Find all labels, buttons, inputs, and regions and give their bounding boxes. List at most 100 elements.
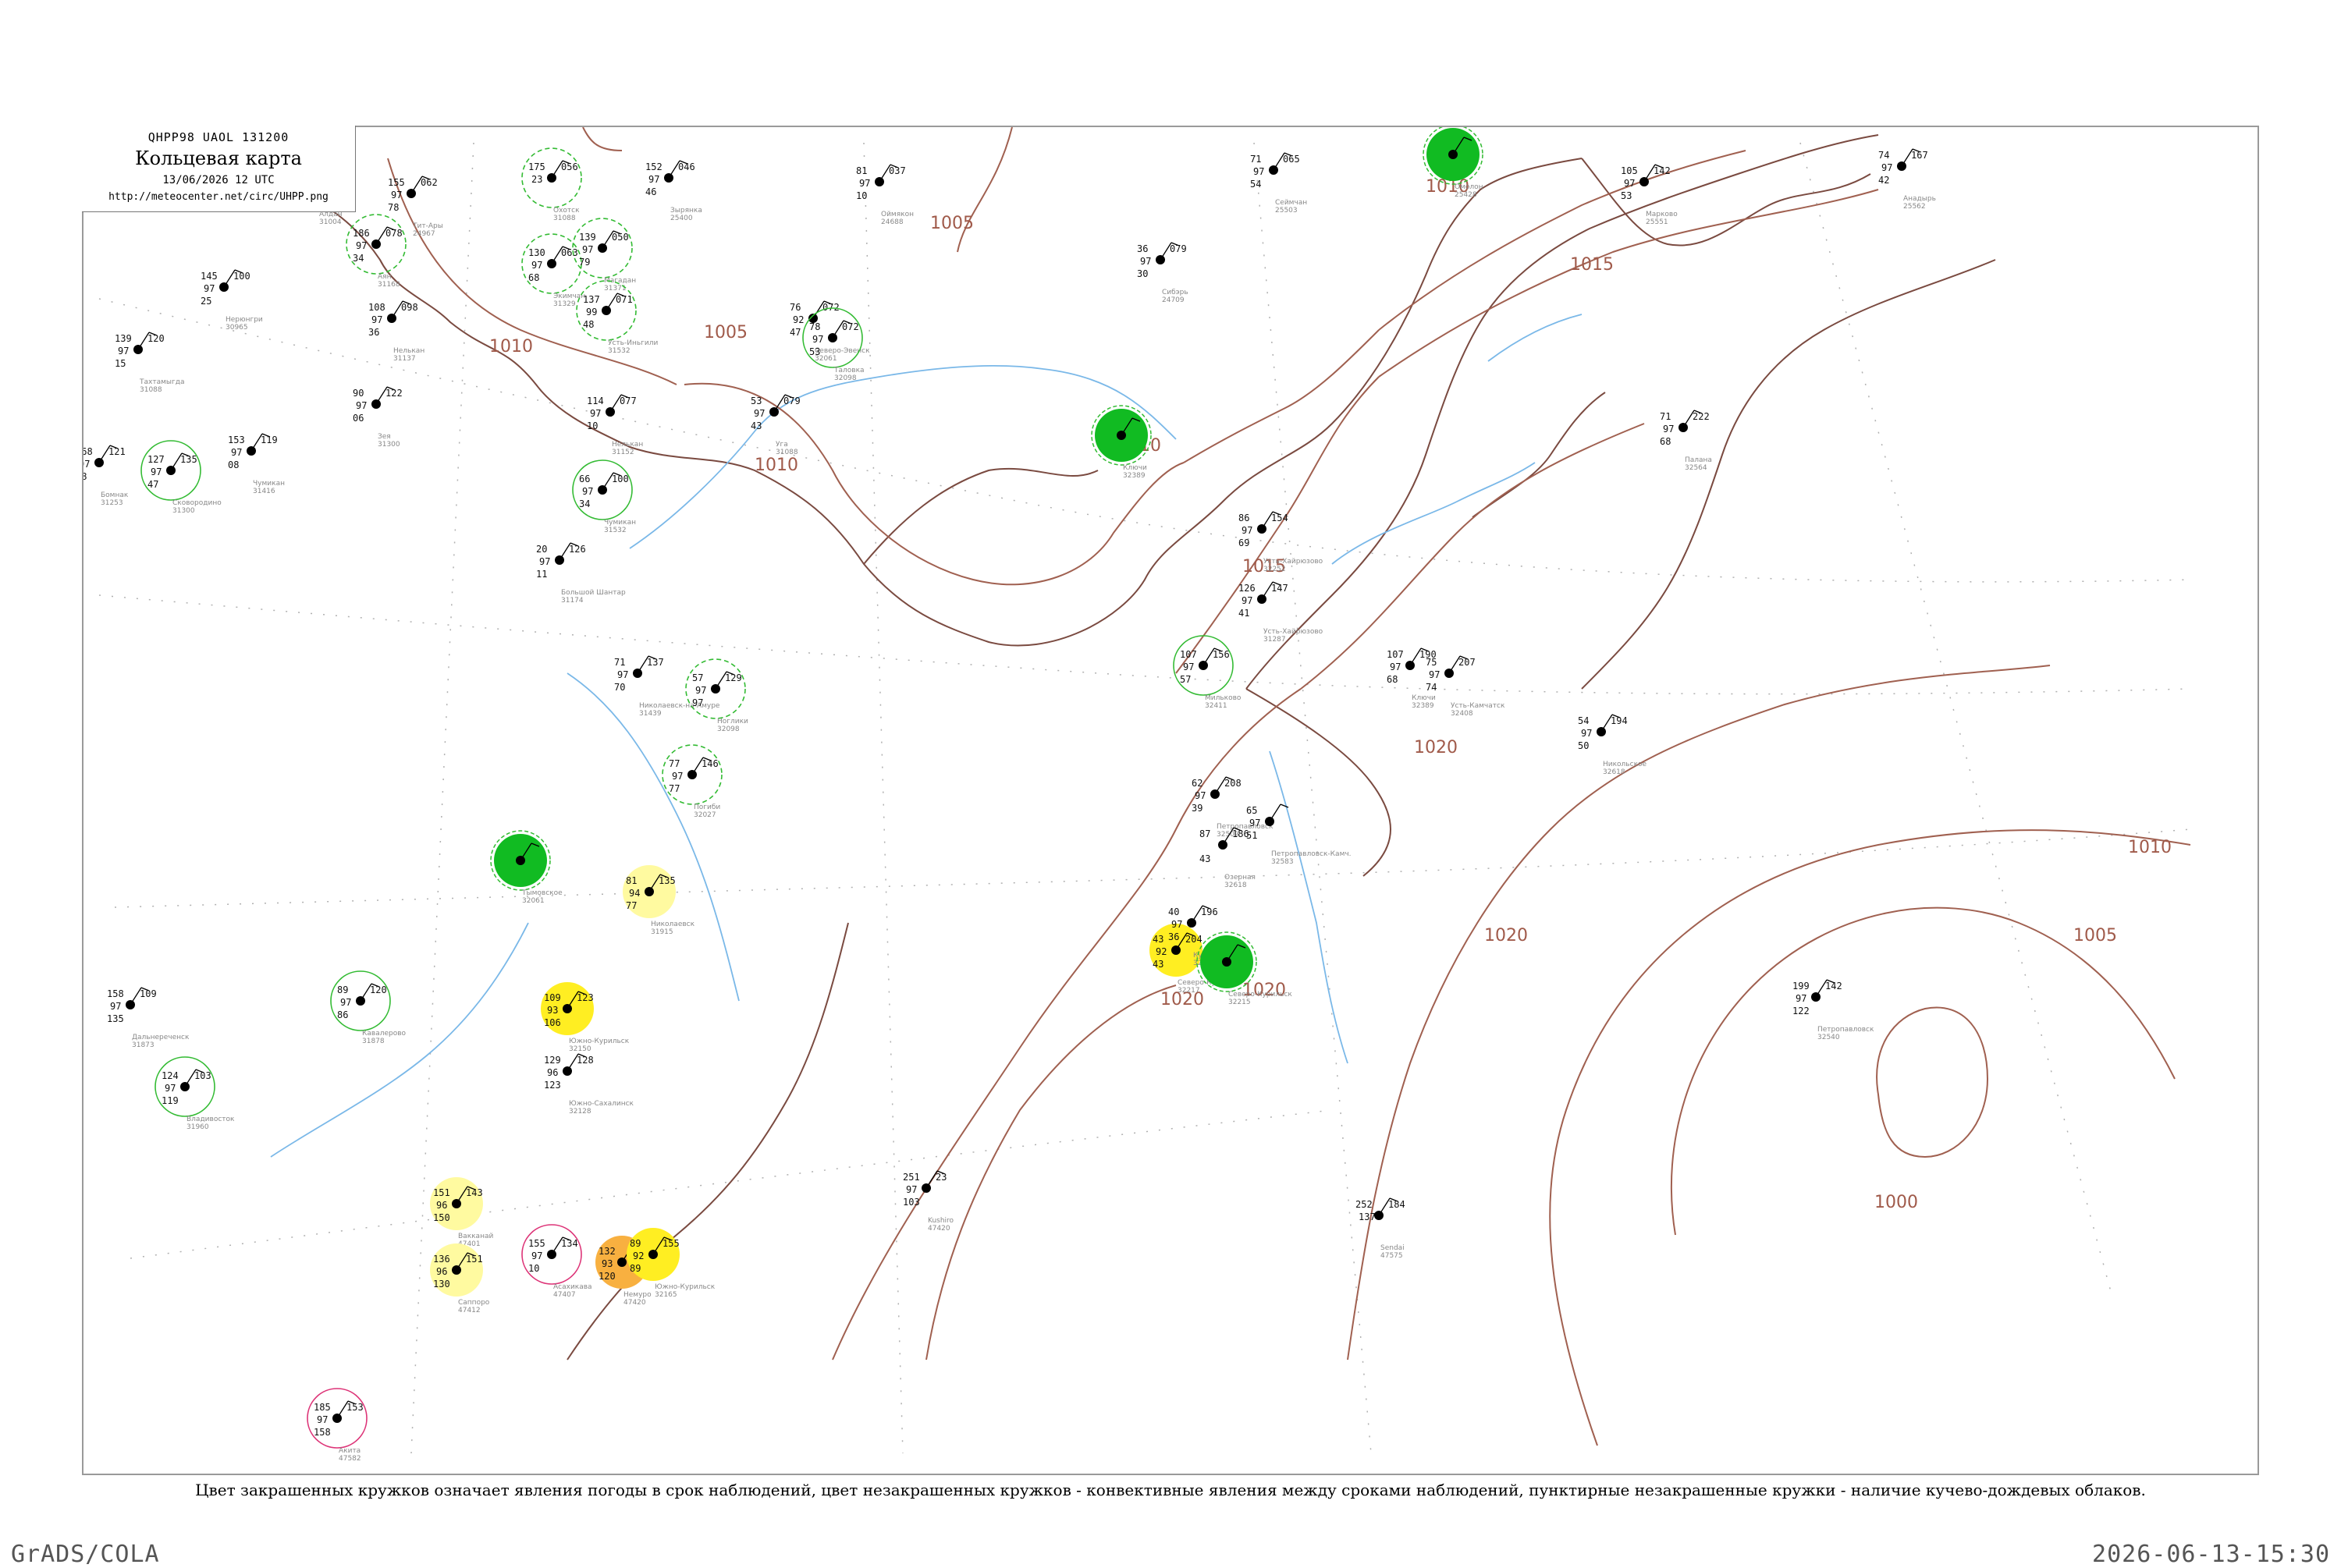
station-plot[interactable]: 145 100 97 25 Нерюнгри30965 <box>201 269 263 332</box>
station-plot[interactable]: 251 23 97 103 Kushiro47420 <box>903 1170 954 1233</box>
station-plot[interactable]: 252 184 137 Sendai47575 <box>1355 1197 1405 1260</box>
station-id: 25400 <box>670 215 693 222</box>
station-plot[interactable]: 186 078 97 34 Аян31168 <box>346 214 407 289</box>
station-plot[interactable]: 185 153 97 158 Акита47582 <box>307 1388 368 1463</box>
dewpoint-value: 97 <box>356 240 367 251</box>
station-plot[interactable]: 20 126 97 11 Большой Шантар31174 <box>536 542 626 605</box>
station-plot[interactable]: 168 121 9738 Бомнак31253 <box>83 445 129 507</box>
graticule <box>98 142 2191 1454</box>
temperature-value: 86 <box>1238 513 1249 523</box>
visibility-value: 77 <box>626 900 637 911</box>
station-plot[interactable]: 89 120 9786 Кавалерово31878 <box>330 970 407 1045</box>
dewpoint-value: 97 <box>151 466 162 477</box>
station-plot[interactable]: 155 134 97 10 Асахикава47407 <box>521 1224 592 1299</box>
station-plot[interactable]: 136 151 96 130 Саппоро47412 <box>430 1243 490 1314</box>
temperature-value: 155 <box>388 177 405 188</box>
station-plot[interactable]: 139 0509779Магадан31371 <box>572 218 636 293</box>
weather-map[interactable]: 1005100510101010101010101015101510201020… <box>83 127 2259 1475</box>
station-plot[interactable]: 77 1469777Погиби32027 <box>662 744 723 819</box>
station-plot[interactable]: 152 046 9746 Зырянка25400 <box>645 160 702 222</box>
temperature-value: 185 <box>314 1402 331 1413</box>
station-plot[interactable]: 151 14396150Вакканай47401 <box>430 1177 493 1248</box>
temperature-value: 186 <box>353 228 370 239</box>
station-name: Бомнак <box>101 491 129 499</box>
dewpoint-value: 97 <box>582 486 593 497</box>
stations: 1590809794Алдан3100417505623Охотск310881… <box>83 127 1936 1463</box>
station-plot[interactable]: 108 098 97 36 Нелькан31137 <box>368 300 425 363</box>
station-name: Петропавловск-Камч. <box>1271 850 1352 858</box>
station-id: 31088 <box>776 449 798 456</box>
isobar-line <box>957 127 1013 253</box>
station-id: 25551 <box>1646 218 1668 226</box>
temperature-value: 54 <box>1578 715 1589 726</box>
dewpoint-value: 92 <box>633 1250 644 1261</box>
pressure-value: 121 <box>108 446 126 457</box>
station-name: Усть-Камчатск <box>1451 702 1505 710</box>
station-name: Южно-Курильск <box>569 1038 630 1045</box>
source-url[interactable]: http://meteocenter.net/circ/UHPP.png <box>82 191 355 203</box>
temperature-value: 108 <box>368 302 385 313</box>
station-id: 47582 <box>339 1455 361 1463</box>
station-plot[interactable]: 74 167 97 42 Анадырь25562 <box>1878 148 1936 211</box>
station-plot[interactable]: 90 122 97 06 Зея31300 <box>353 386 403 449</box>
station-plot[interactable]: 659751Петропавловск-Камч.32583 <box>1246 804 1352 866</box>
station-plot[interactable]: 124 103 97119 Владивосток31960 <box>155 1056 235 1131</box>
visibility-value: 50 <box>1578 740 1589 751</box>
station-plot[interactable]: 126 147 97 41 Усть-Хайрюзово31287 <box>1238 581 1323 644</box>
visibility-value: 69 <box>1238 537 1249 548</box>
visibility-value: 78 <box>388 202 399 213</box>
station-plot[interactable]: 114 077 9710 Нелькан31152 <box>587 394 643 456</box>
isobar-line <box>1876 1006 1989 1158</box>
visibility-value: 25 <box>201 296 211 307</box>
visibility-value: 77 <box>669 783 680 794</box>
station-plot[interactable]: 75 207 97 74 Усть-Камчатск32408 <box>1426 655 1505 718</box>
pressure-value: 072 <box>842 321 859 332</box>
station-plot[interactable]: 129 128 96 123 Южно-Сахалинск32128 <box>544 1053 634 1116</box>
dewpoint-value: 93 <box>547 1005 558 1016</box>
pressure-value: 143 <box>466 1187 483 1198</box>
dewpoint-value: 97 <box>371 314 382 325</box>
station-name: Южно-Курильск <box>655 1283 716 1291</box>
station-plot[interactable]: 71 222 9768 Палана32564 <box>1660 410 1712 472</box>
station-plot[interactable]: 139 120 9715 Тахтамыгда31088 <box>115 332 184 394</box>
station-id: 31168 <box>378 281 400 289</box>
station-plot[interactable]: 53 079 9743 Уга31088 <box>751 394 801 456</box>
station-plot[interactable]: 66 100 9734 Чумикан31532 <box>572 459 636 534</box>
visibility-value: 86 <box>337 1009 348 1020</box>
temperature-value: 124 <box>162 1070 179 1081</box>
visibility-value: 43 <box>1199 853 1210 864</box>
station-plot[interactable]: 81 135 9477 Николаевск31915 <box>623 865 695 936</box>
station-plot[interactable]: 175 056 23 Охотск31088 <box>521 147 582 222</box>
isobar-line <box>1347 665 2051 1360</box>
temperature-value: 81 <box>856 165 867 176</box>
station-plot[interactable]: 54 194 9750 Никольское32618 <box>1578 714 1647 776</box>
station-plot[interactable]: 57 129 9797 Ноглики32098 <box>685 658 748 733</box>
visibility-value: 36 <box>1168 931 1179 942</box>
temperature-value: 139 <box>115 333 132 344</box>
station-plot[interactable]: 127 135 97 47 Сковородино31300 <box>140 440 222 515</box>
visibility-value: 47 <box>790 327 801 338</box>
pressure-value: 142 <box>1654 165 1671 176</box>
pressure-value: 079 <box>783 396 801 406</box>
station-plot[interactable]: 130 063 9768 Экимчан31329 <box>521 233 585 308</box>
station-plot[interactable]: 109 123 93106 Южно-Курильск32150 <box>541 982 630 1053</box>
pressure-value: 037 <box>889 165 906 176</box>
station-plot[interactable]: 153 119 9708 Чумикан31416 <box>228 433 285 495</box>
station-plot[interactable]: 158 109 97135 Дальнереченск31873 <box>107 987 190 1049</box>
temperature-value: 78 <box>809 321 820 332</box>
station-plot[interactable]: 87 186 43 Озерная32618 <box>1199 827 1256 889</box>
station-plot[interactable]: 81 037 9710 Оймякон24688 <box>856 164 914 226</box>
dewpoint-value: 97 <box>165 1083 176 1094</box>
pressure-value: 135 <box>180 454 197 465</box>
station-plot[interactable]: 36 079 9730 Сибэрь24709 <box>1137 242 1188 304</box>
station-plot[interactable]: Северо-Курильск32215 <box>1196 931 1292 1006</box>
visibility-value: 10 <box>856 190 867 201</box>
station-plot[interactable]: 71 065 97 54 Сеймчан25503 <box>1250 152 1307 215</box>
dewpoint-value: 97 <box>1429 669 1440 680</box>
station-plot[interactable]: Ключи32389 <box>1091 405 1152 480</box>
station-plot[interactable]: 107 156 97 57 Мильково32411 <box>1173 635 1242 710</box>
station-id: 31137 <box>393 355 416 363</box>
station-plot[interactable]: 199 142 97 122 Петропавловск32540 <box>1792 979 1874 1041</box>
station-plot[interactable]: 89 1559289Южно-Курильск32165 <box>627 1228 716 1299</box>
station-plot[interactable]: Тымовское32061 <box>490 830 563 905</box>
